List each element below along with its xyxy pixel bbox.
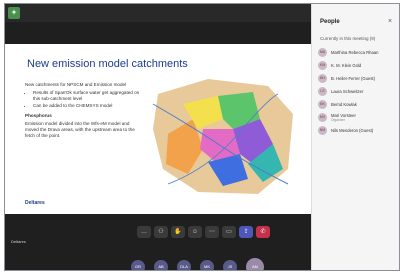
- participant-name: B. Heiler-Ferrer (Guest): [331, 76, 375, 81]
- participant-role: Organizer: [331, 118, 345, 122]
- participant-row[interactable]: BK Bernd Kowlak: [318, 98, 399, 111]
- meeting-title-bar: ✦: [5, 4, 311, 22]
- panel-title: People: [320, 19, 340, 25]
- participant-list: MA Marthina Rebecca Rhaan KM K. M. Klein…: [318, 46, 399, 137]
- more-icon[interactable]: ⋯: [205, 226, 219, 238]
- slide-subheading: Phosphorus: [25, 113, 52, 118]
- participant-name: K. M. Klein Gold: [331, 63, 362, 68]
- avatar: BK: [318, 100, 327, 109]
- participant-row[interactable]: NM Nils Menderon (Guest): [318, 124, 399, 137]
- slide-paragraph: Emission model divided into the Wfs-eM m…: [25, 121, 135, 138]
- participant-tile[interactable]: JS: [223, 260, 237, 270]
- participant-row[interactable]: BH B. Heiler-Ferrer (Guest): [318, 72, 399, 85]
- react-icon[interactable]: ☺: [188, 226, 202, 238]
- participant-name: Nils Menderon (Guest): [331, 128, 374, 133]
- slide-intro: New catchments for NPSCM and Emission mo…: [25, 82, 127, 87]
- slide-bullet: Results of SparrOk surface water get agg…: [33, 90, 143, 102]
- participant-name: Bernd Kowlak: [331, 102, 357, 107]
- participant-tiles: GR AB DLA MK JS AM: [131, 258, 264, 270]
- app-logo-icon: ✦: [8, 7, 20, 19]
- avatar: LS: [318, 87, 327, 96]
- catchment-map: [152, 79, 293, 194]
- meeting-controls: … ⚇ ✋ ☺ ⋯ ▭ ⇪ ✆: [137, 226, 270, 240]
- participant-tile[interactable]: AM: [246, 258, 264, 270]
- slide-body: New catchments for NPSCM and Emission mo…: [25, 82, 143, 141]
- participant-tile[interactable]: MK: [200, 260, 214, 270]
- people-icon[interactable]: ⚇: [154, 226, 168, 238]
- participant-row[interactable]: MV Mari Vorsteer Organizer: [318, 111, 399, 124]
- slide-footer-logo: Deltares: [25, 200, 45, 206]
- camera-icon[interactable]: ▭: [222, 226, 236, 238]
- people-panel: People × Currently in this meeting (9) M…: [311, 4, 399, 270]
- participant-tile[interactable]: DLA: [177, 260, 191, 270]
- leave-icon[interactable]: ✆: [256, 226, 270, 238]
- shared-slide: New emission model catchments New catchm…: [5, 44, 311, 214]
- panel-section-header[interactable]: Currently in this meeting (9): [320, 36, 375, 41]
- slide-bullet: Can be added to the CHEMSYS model: [33, 103, 143, 109]
- raise-hand-icon[interactable]: ✋: [171, 226, 185, 238]
- participant-row[interactable]: KM K. M. Klein Gold: [318, 59, 399, 72]
- participant-row[interactable]: LS Laura Schweitzer: [318, 85, 399, 98]
- participant-row[interactable]: MA Marthina Rebecca Rhaan: [318, 46, 399, 59]
- slide-bullet-list: Results of SparrOk surface water get agg…: [33, 90, 143, 109]
- presenter-label: Deltares: [11, 239, 26, 244]
- avatar: KM: [318, 61, 327, 70]
- participant-name: Marthina Rebecca Rhaan: [331, 50, 379, 55]
- chat-icon[interactable]: …: [137, 226, 151, 238]
- avatar: MA: [318, 48, 327, 57]
- meeting-window: ✦ New emission model catchments New catc…: [4, 3, 400, 271]
- close-icon[interactable]: ×: [388, 18, 392, 25]
- share-icon[interactable]: ⇪: [239, 226, 253, 238]
- slide-title: New emission model catchments: [27, 58, 188, 70]
- avatar: MV: [318, 113, 327, 122]
- avatar: BH: [318, 74, 327, 83]
- participant-tile[interactable]: GR: [131, 260, 145, 270]
- avatar: NM: [318, 126, 327, 135]
- participant-tile[interactable]: AB: [154, 260, 168, 270]
- participant-name: Laura Schweitzer: [331, 89, 364, 94]
